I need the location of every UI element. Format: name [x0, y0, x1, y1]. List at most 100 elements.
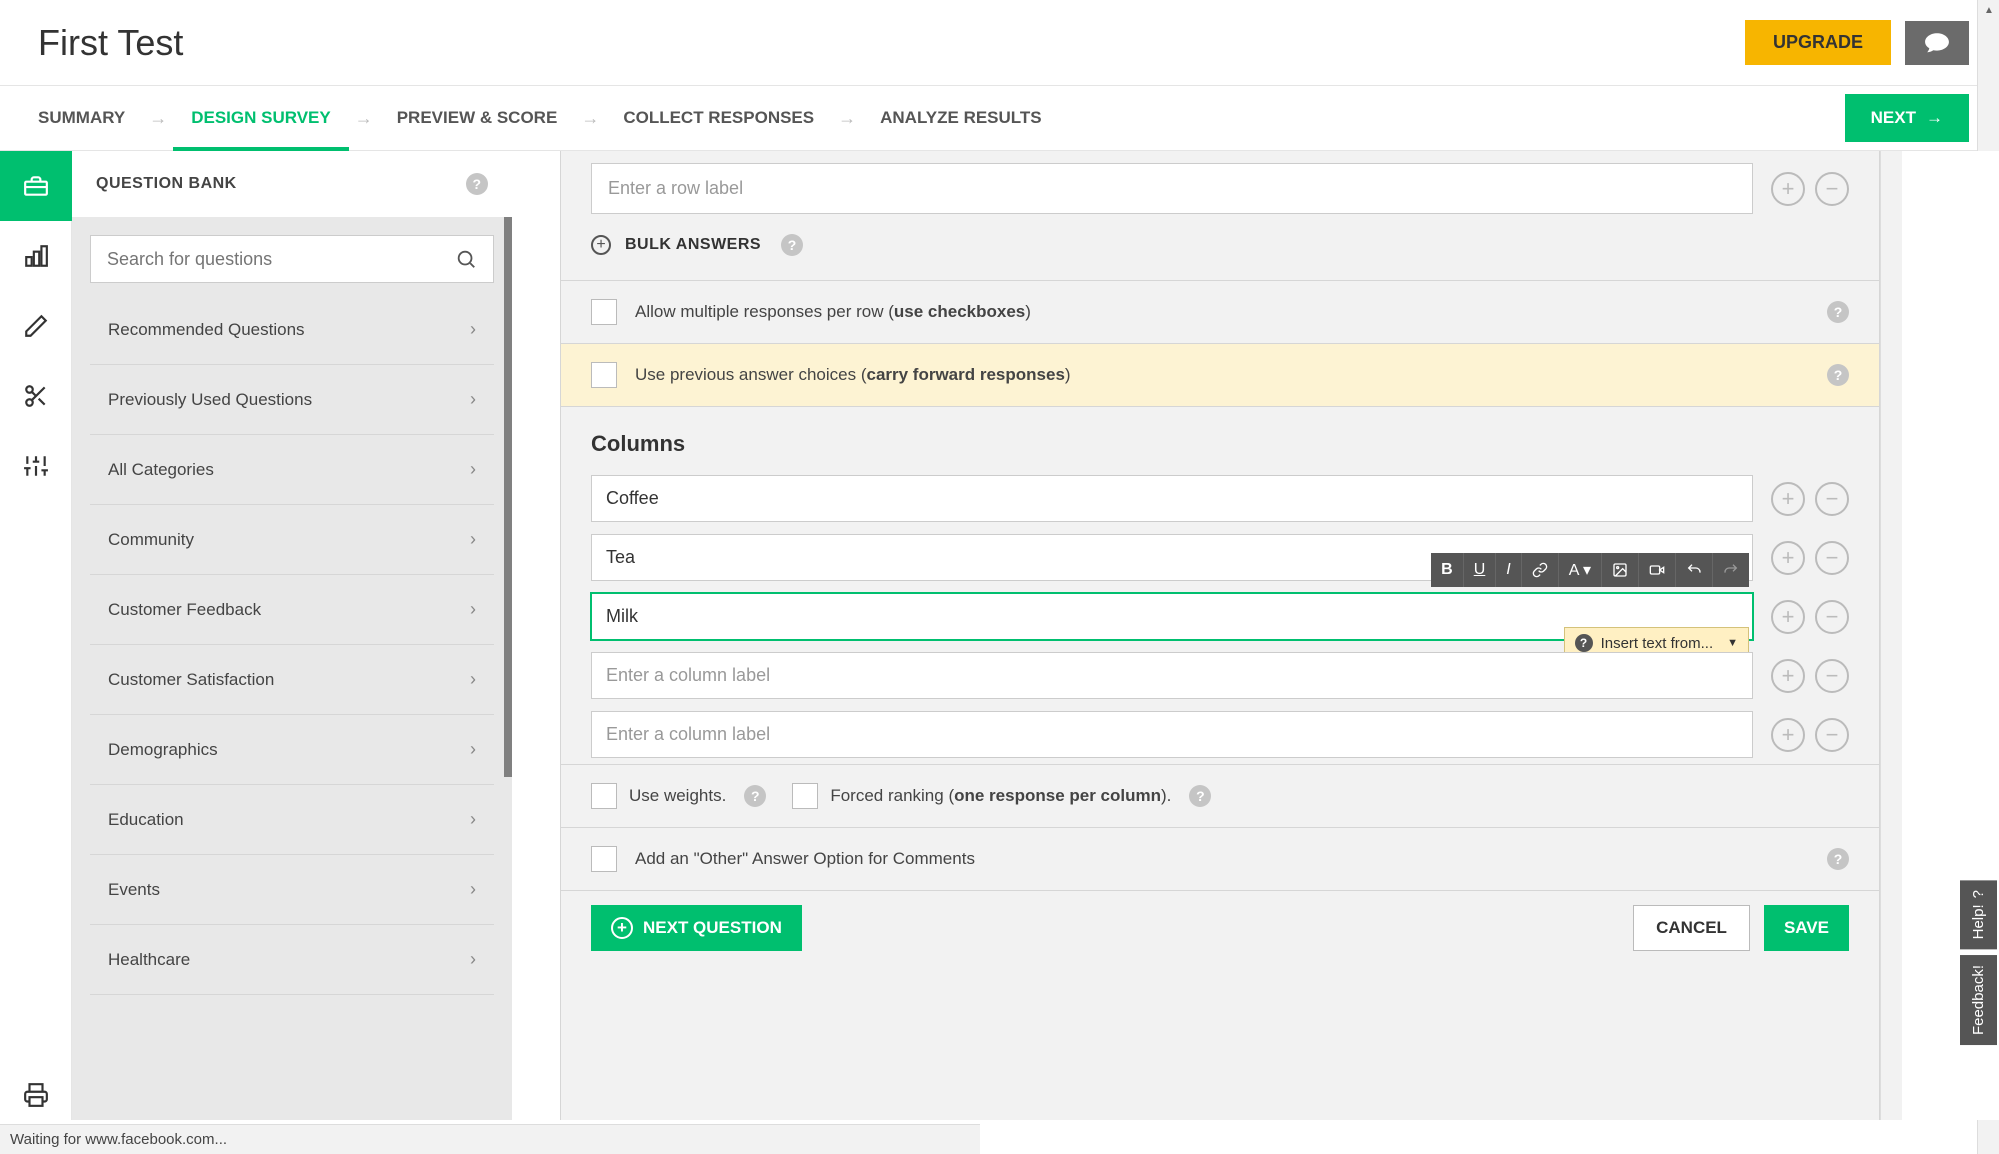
- search-input[interactable]: [107, 249, 455, 270]
- help-icon[interactable]: ?: [1189, 785, 1211, 807]
- plus-circle-icon: +: [591, 235, 611, 255]
- add-column-button[interactable]: +: [1771, 659, 1805, 693]
- category-all[interactable]: All Categories›: [90, 435, 494, 505]
- column-input-4[interactable]: [591, 652, 1753, 699]
- carry-forward-row: Use previous answer choices (carry forwa…: [561, 343, 1879, 406]
- link-icon: [1532, 562, 1548, 578]
- rte-link-button[interactable]: [1522, 553, 1559, 587]
- save-button[interactable]: SAVE: [1764, 905, 1849, 951]
- category-education[interactable]: Education›: [90, 785, 494, 855]
- feedback-side-button[interactable]: Feedback!: [1960, 955, 1997, 1045]
- next-label: NEXT: [1871, 108, 1916, 128]
- help-icon[interactable]: ?: [781, 234, 803, 256]
- printer-icon: [23, 1082, 49, 1108]
- remove-row-button[interactable]: −: [1815, 172, 1849, 206]
- row-label-input[interactable]: Enter a row label: [591, 163, 1753, 214]
- scroll-up-icon[interactable]: ▲: [1978, 0, 1999, 20]
- chevron-right-icon: ›: [470, 389, 476, 410]
- add-column-button[interactable]: +: [1771, 718, 1805, 752]
- category-demographics[interactable]: Demographics›: [90, 715, 494, 785]
- chevron-right-icon: ›: [470, 459, 476, 480]
- blocks-icon: [23, 243, 49, 269]
- remove-column-button[interactable]: −: [1815, 541, 1849, 575]
- tab-analyze-results[interactable]: ANALYZE RESULTS: [862, 86, 1060, 150]
- remove-column-button[interactable]: −: [1815, 482, 1849, 516]
- tab-design-survey[interactable]: DESIGN SURVEY: [173, 86, 349, 150]
- tab-preview-score[interactable]: PREVIEW & SCORE: [379, 86, 576, 150]
- search-input-wrapper[interactable]: [90, 235, 494, 283]
- sidebar-scrollbar[interactable]: [504, 217, 512, 777]
- rail-themes[interactable]: [0, 291, 72, 361]
- search-icon: [455, 248, 477, 270]
- next-question-button[interactable]: + NEXT QUESTION: [591, 905, 802, 951]
- rte-underline-button[interactable]: U: [1464, 553, 1497, 587]
- page-title: First Test: [38, 22, 183, 64]
- next-button[interactable]: NEXT →: [1845, 94, 1969, 142]
- column-input-1[interactable]: [591, 475, 1753, 522]
- category-previously-used[interactable]: Previously Used Questions›: [90, 365, 494, 435]
- tab-summary[interactable]: SUMMARY: [0, 86, 143, 150]
- add-column-button[interactable]: +: [1771, 600, 1805, 634]
- cancel-button[interactable]: CANCEL: [1633, 905, 1750, 951]
- nav-tabs: SUMMARY → DESIGN SURVEY → PREVIEW & SCOR…: [0, 86, 1060, 150]
- question-editor: Enter a row label + − + BULK ANSWERS ? A…: [560, 151, 1880, 1120]
- rte-undo-button[interactable]: [1676, 553, 1713, 587]
- help-icon[interactable]: ?: [466, 173, 488, 195]
- other-option-checkbox[interactable]: [591, 846, 617, 872]
- rte-bold-button[interactable]: B: [1431, 553, 1464, 587]
- status-bar: Waiting for www.facebook.com...: [0, 1124, 980, 1154]
- help-icon[interactable]: ?: [1827, 848, 1849, 870]
- carry-forward-checkbox[interactable]: [591, 362, 617, 388]
- tab-collect-responses[interactable]: COLLECT RESPONSES: [605, 86, 832, 150]
- help-side-button[interactable]: Help! ?: [1960, 880, 1997, 949]
- arrow-icon: →: [349, 108, 379, 129]
- upgrade-button[interactable]: UPGRADE: [1745, 20, 1891, 65]
- remove-column-button[interactable]: −: [1815, 659, 1849, 693]
- rail-logic[interactable]: [0, 361, 72, 431]
- rte-italic-button[interactable]: I: [1496, 553, 1521, 587]
- rail-options[interactable]: [0, 431, 72, 501]
- category-customer-feedback[interactable]: Customer Feedback›: [90, 575, 494, 645]
- help-icon[interactable]: ?: [1827, 364, 1849, 386]
- sidebar-header: QUESTION BANK ?: [72, 151, 512, 217]
- chevron-right-icon: ›: [470, 669, 476, 690]
- forced-ranking-checkbox[interactable]: [792, 783, 818, 809]
- category-healthcare[interactable]: Healthcare›: [90, 925, 494, 995]
- bulk-answers-row: + BULK ANSWERS ?: [561, 226, 1879, 280]
- app-root: ▲ First Test UPGRADE SUMMARY → DESIGN SU…: [0, 0, 1999, 1154]
- help-icon[interactable]: ?: [744, 785, 766, 807]
- canvas: Enter a row label + − + BULK ANSWERS ? A…: [512, 151, 1999, 1120]
- column-row-active: B U I A ▾ + −: [561, 587, 1879, 646]
- remove-column-button[interactable]: −: [1815, 600, 1849, 634]
- chat-icon: [1924, 32, 1950, 54]
- category-community[interactable]: Community›: [90, 505, 494, 575]
- remove-column-button[interactable]: −: [1815, 718, 1849, 752]
- category-recommended[interactable]: Recommended Questions›: [90, 295, 494, 365]
- undo-icon: [1686, 562, 1702, 578]
- rte-redo-button[interactable]: [1713, 553, 1749, 587]
- canvas-scrollbar[interactable]: [1880, 151, 1902, 1120]
- add-row-button[interactable]: +: [1771, 172, 1805, 206]
- add-column-button[interactable]: +: [1771, 482, 1805, 516]
- chat-button[interactable]: [1905, 21, 1969, 65]
- rte-font-button[interactable]: A ▾: [1559, 553, 1602, 587]
- rail-builder[interactable]: [0, 221, 72, 291]
- help-icon[interactable]: ?: [1827, 301, 1849, 323]
- rte-video-button[interactable]: [1639, 553, 1676, 587]
- allow-multiple-checkbox[interactable]: [591, 299, 617, 325]
- category-events[interactable]: Events›: [90, 855, 494, 925]
- rte-image-button[interactable]: [1602, 553, 1639, 587]
- pencil-icon: [23, 313, 49, 339]
- column-input-5[interactable]: [591, 711, 1753, 758]
- category-customer-satisfaction[interactable]: Customer Satisfaction›: [90, 645, 494, 715]
- chevron-right-icon: ›: [470, 739, 476, 760]
- bulk-answers-button[interactable]: BULK ANSWERS: [625, 236, 761, 254]
- add-column-button[interactable]: +: [1771, 541, 1805, 575]
- use-weights-checkbox[interactable]: [591, 783, 617, 809]
- editor-footer: + NEXT QUESTION CANCEL SAVE: [561, 890, 1879, 965]
- rail-question-bank[interactable]: [0, 151, 72, 221]
- sliders-icon: [23, 453, 49, 479]
- chevron-right-icon: ›: [470, 529, 476, 550]
- rail-print[interactable]: [0, 1070, 72, 1120]
- left-rail: [0, 151, 72, 1120]
